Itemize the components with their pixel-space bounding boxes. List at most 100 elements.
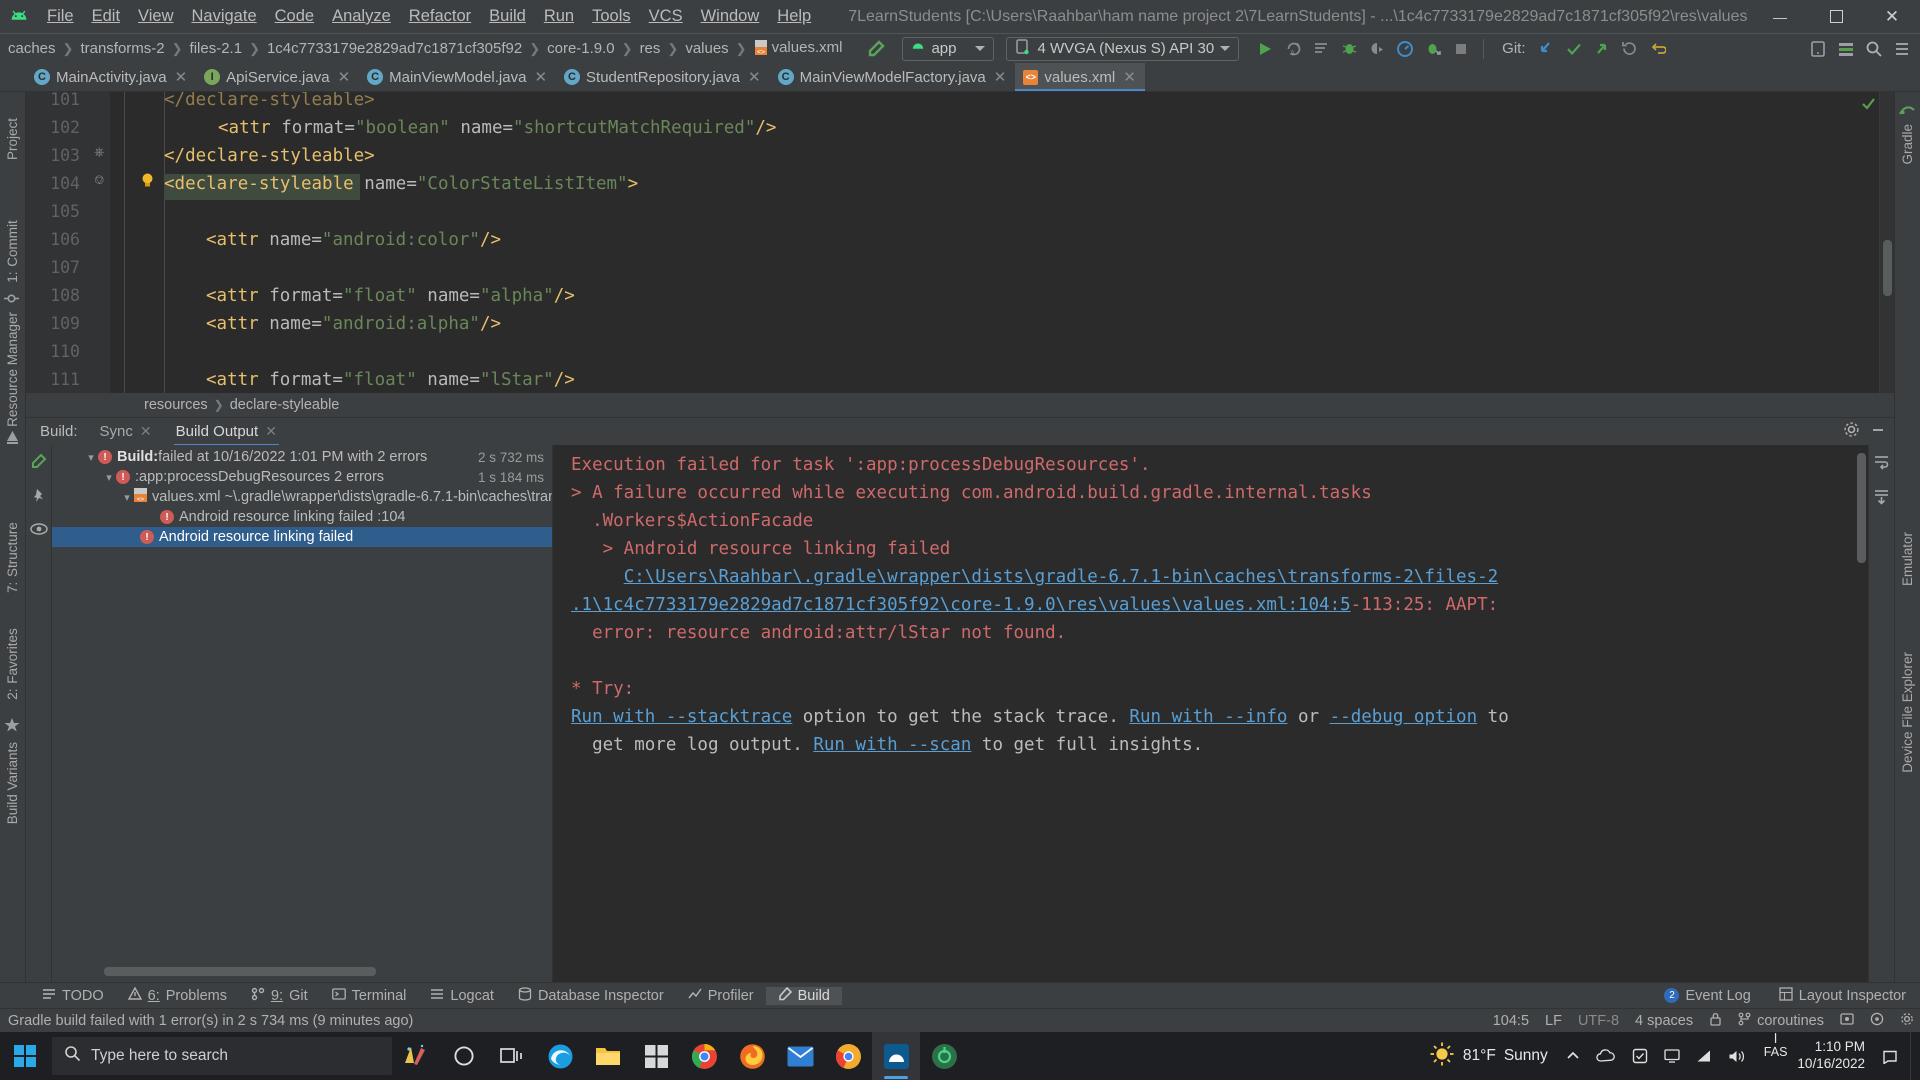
run-button[interactable] — [1251, 36, 1279, 62]
editor-scrollbar-thumb[interactable] — [1883, 240, 1892, 296]
scroll-to-end-icon[interactable] — [1873, 488, 1890, 509]
taskbar-app-green[interactable] — [920, 1032, 968, 1080]
menu-refactor[interactable]: Refactor — [400, 5, 480, 28]
tool-window-database-inspector[interactable]: Database Inspector — [506, 986, 676, 1005]
tool-button-emulator[interactable]: Emulator — [1900, 532, 1915, 586]
gear-icon[interactable] — [1843, 421, 1860, 443]
minimize-panel-icon[interactable] — [1870, 421, 1886, 442]
build-hammer-icon[interactable] — [862, 36, 890, 62]
tool-button-build-variants[interactable]: Build Variants — [5, 742, 20, 824]
console-line-5[interactable]: .1\1c4c7733179e2829ad7c1871cf305f92\core… — [571, 595, 1498, 615]
sdk-manager-icon[interactable] — [1832, 36, 1860, 62]
build-console[interactable]: Execution failed for task ':app:processD… — [552, 445, 1868, 982]
breadcrumb-transforms-2[interactable]: transforms-2 — [74, 39, 170, 58]
inspection-status-icon[interactable] — [1861, 96, 1876, 116]
breadcrumb-core[interactable]: core-1.9.0 — [541, 39, 621, 58]
build-output-tree[interactable]: ▾ ! Build: failed at 10/16/2022 1:01 PM … — [52, 445, 552, 982]
tool-window-logcat[interactable]: Logcat — [418, 987, 506, 1005]
apply-changes-icon[interactable]: A — [1279, 36, 1307, 62]
minimize-button[interactable]: — — [1752, 0, 1808, 33]
editor-tab-mainactivity[interactable]: C MainActivity.java ✕ — [26, 63, 196, 91]
breadcrumb-files-2-1[interactable]: files-2.1 — [184, 39, 249, 58]
console-line-10[interactable]: get more log output. Run with --scan to … — [571, 735, 1203, 755]
taskbar-task-view-button[interactable] — [488, 1032, 536, 1080]
close-icon[interactable]: ✕ — [265, 423, 277, 440]
caret-position[interactable]: 104:5 — [1493, 1013, 1529, 1029]
tree-row-linking-failed-selected[interactable]: ! Android resource linking failed — [52, 527, 552, 547]
build-tab-build-output[interactable]: Build Output ✕ — [164, 418, 289, 446]
debug-icon[interactable] — [1335, 36, 1363, 62]
push-icon[interactable] — [1588, 36, 1616, 62]
tool-button-favorites[interactable]: 2: Favorites — [5, 628, 20, 700]
menu-tools[interactable]: Tools — [583, 5, 640, 28]
onedrive-icon[interactable] — [1588, 1032, 1624, 1080]
gear-icon[interactable] — [1900, 1012, 1914, 1030]
breadcrumb-values[interactable]: values — [679, 39, 734, 58]
show-desktop-button[interactable] — [1910, 1032, 1920, 1080]
attach-debugger-icon[interactable] — [1363, 36, 1391, 62]
revert-icon[interactable] — [1644, 36, 1672, 62]
tool-window-git[interactable]: 9: Git — [239, 987, 320, 1005]
chevron-down-icon[interactable]: ▾ — [102, 471, 116, 484]
editor-tab-values-xml[interactable]: <> values.xml ✕ — [1015, 63, 1146, 91]
console-line-9[interactable]: Run with --stacktrace option to get the … — [571, 707, 1509, 727]
breadcrumb-hash[interactable]: 1c4c7733179e2829ad7c1871cf305f92 — [261, 39, 528, 58]
avd-manager-icon[interactable] — [1804, 36, 1832, 62]
taskbar-edge[interactable] — [536, 1032, 584, 1080]
action-center-button[interactable] — [1873, 1032, 1910, 1080]
menu-edit[interactable]: Edit — [83, 5, 129, 28]
update-project-icon[interactable] — [1532, 36, 1560, 62]
start-button[interactable] — [0, 1032, 50, 1080]
close-button[interactable]: ✕ — [1864, 0, 1920, 33]
taskbar-firefox[interactable] — [728, 1032, 776, 1080]
menu-window[interactable]: Window — [692, 5, 769, 28]
commit-icon[interactable] — [1560, 36, 1588, 62]
close-icon[interactable]: ✕ — [338, 68, 351, 86]
menu-run[interactable]: Run — [535, 5, 583, 28]
soft-wrap-icon[interactable] — [1873, 453, 1890, 474]
breadcrumb-values-xml[interactable]: <> values.xml — [748, 38, 849, 60]
tree-row-values-xml[interactable]: ▾ <> values.xml ~\.gradle\wrapper\dists\… — [52, 487, 552, 507]
history-icon[interactable] — [1616, 36, 1644, 62]
menu-navigate[interactable]: Navigate — [183, 5, 266, 28]
device-selector[interactable]: 4 WVGA (Nexus S) API 30 — [1006, 36, 1240, 61]
menu-code[interactable]: Code — [266, 5, 323, 28]
editor-breadcrumb-declare-styleable[interactable]: declare-styleable — [230, 397, 340, 413]
taskbar-cortana-button[interactable] — [440, 1032, 488, 1080]
close-icon[interactable]: ✕ — [1123, 68, 1136, 86]
maximize-button[interactable] — [1808, 0, 1864, 33]
taskbar-ink-workspace[interactable] — [392, 1032, 440, 1080]
taskbar-chrome-2[interactable] — [824, 1032, 872, 1080]
filter-eye-icon[interactable] — [29, 522, 48, 540]
tree-horizontal-scrollbar[interactable] — [104, 967, 376, 976]
tool-button-device-file-explorer[interactable]: Device File Explorer — [1900, 652, 1915, 773]
tool-window-profiler[interactable]: Profiler — [676, 987, 766, 1005]
file-encoding[interactable]: UTF-8 — [1578, 1013, 1619, 1029]
taskbar-file-explorer[interactable] — [584, 1032, 632, 1080]
editor-gutter[interactable]: 101 102 103 104 105 106 107 108 109 110 … — [26, 92, 153, 393]
menu-vcs[interactable]: VCS — [640, 5, 692, 28]
menu-analyze[interactable]: Analyze — [323, 5, 400, 28]
close-icon[interactable]: ✕ — [994, 68, 1007, 86]
taskbar-store[interactable] — [632, 1032, 680, 1080]
tree-row-process-debug-resources[interactable]: ▾ ! :app:processDebugResources 2 errors … — [52, 467, 552, 487]
tool-window-todo[interactable]: TODO — [30, 987, 116, 1005]
taskbar-mail[interactable] — [776, 1032, 824, 1080]
menu-view[interactable]: View — [129, 5, 182, 28]
inspection-widget-icon[interactable] — [1840, 1012, 1854, 1030]
project-structure-icon[interactable] — [1888, 36, 1916, 62]
close-icon[interactable]: ✕ — [140, 423, 152, 440]
breadcrumb-res[interactable]: res — [634, 39, 667, 58]
indent-setting[interactable]: 4 spaces — [1635, 1013, 1693, 1029]
ime-indicator[interactable]: ا FAS — [1754, 1031, 1798, 1080]
tool-window-layout-inspector[interactable]: Layout Inspector — [1773, 986, 1912, 1005]
taskbar-search[interactable]: Type here to search — [52, 1037, 392, 1075]
taskbar-android-studio[interactable] — [872, 1032, 920, 1080]
stop-icon[interactable] — [1447, 36, 1475, 62]
run-with-coverage-icon[interactable] — [1307, 36, 1335, 62]
tool-button-project[interactable]: Project — [5, 118, 20, 160]
show-hidden-icons-button[interactable] — [1558, 1032, 1588, 1080]
tree-row-linking-failed-104[interactable]: ! Android resource linking failed :104 — [52, 507, 552, 527]
intention-bulb-icon[interactable] — [140, 172, 155, 194]
rerun-build-icon[interactable] — [30, 453, 47, 474]
